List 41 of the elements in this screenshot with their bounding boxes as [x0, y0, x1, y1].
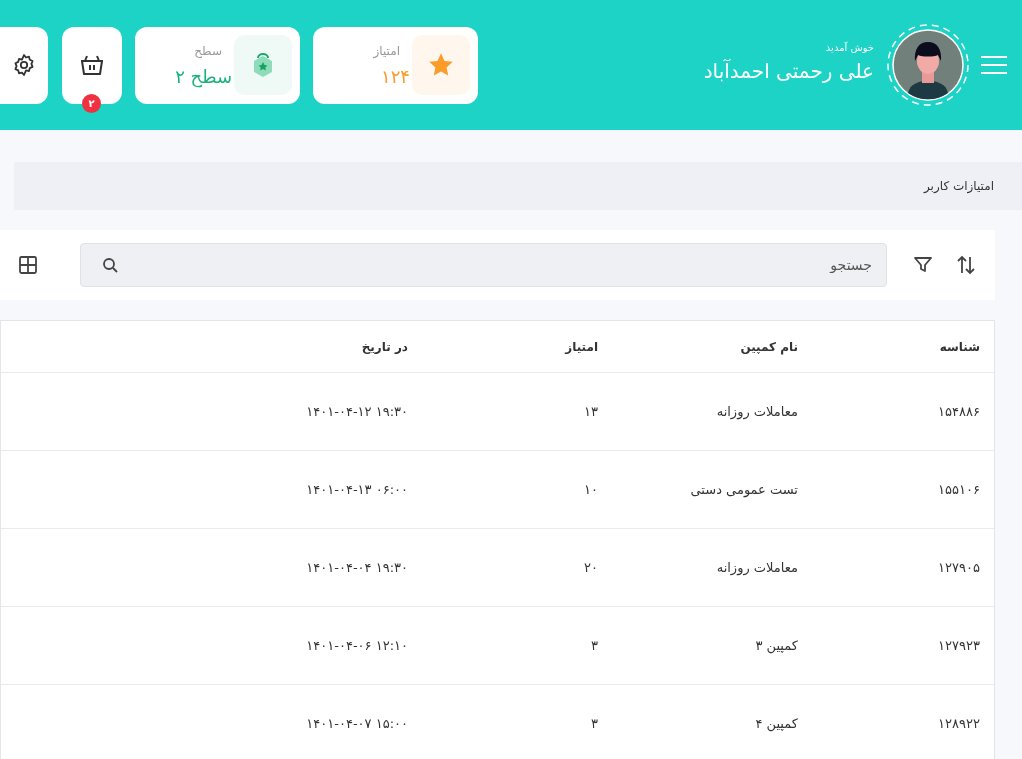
welcome-text: خوش آمدید [825, 41, 874, 53]
page-title: امتیازات کاربر [923, 179, 994, 193]
stat-label: سطح [193, 43, 222, 58]
table-cell-text: ۱۰ [583, 482, 598, 497]
table-cell-text: ۱۲۸۹۲۲ [937, 716, 980, 731]
column-header[interactable]: امتیاز [408, 339, 598, 354]
table-cell-text: ۳ [590, 716, 598, 731]
table-cell-text: معاملات روزانه [715, 404, 798, 419]
table-cell: ۱۴۰۱-۰۴-۰۴ ۱۹:۳۰ [306, 560, 408, 575]
grid-icon [18, 255, 38, 275]
avatar[interactable] [886, 23, 970, 107]
table-cell-text: ۱۲۷۹۰۵ [937, 560, 980, 575]
search-icon [102, 257, 118, 273]
column-header[interactable]: در تاریخ [361, 339, 408, 354]
table-cell-text: کمپین ۳ [754, 638, 798, 653]
table-cell-text: کمپین ۴ [754, 716, 798, 731]
table-cell: ۱۴۰۱-۰۴-۰۷ ۱۵:۰۰ [306, 716, 408, 731]
stat-value: ۱۲۴ [380, 65, 410, 87]
table-cell-text: ۱۵۵۱۰۶ [937, 482, 980, 497]
sort-icon [955, 254, 977, 276]
settings-icon [12, 53, 36, 77]
table-cell-text: ۱۲۷۹۲۳ [937, 638, 980, 653]
settings-button[interactable] [0, 26, 48, 104]
column-header[interactable]: شناسه [798, 339, 980, 354]
stat-value: سطح ۲ [174, 65, 232, 87]
table-cell: ۱۴۰۱-۰۴-۱۳ ۰۶:۰۰ [306, 482, 408, 497]
stat-label: امتیاز [372, 43, 400, 58]
table-cell-text: ۱۳ [583, 404, 598, 419]
table-cell-text: ۱۵۴۸۸۶ [937, 404, 980, 419]
table-cell-text: ۳ [590, 638, 598, 653]
table-cell-text: ۲۰ [583, 560, 598, 575]
column-header[interactable]: نام کمپین [598, 339, 798, 354]
table-cell: ۱۴۰۱-۰۴-۰۶ ۱۲:۱۰ [306, 638, 408, 653]
search-field[interactable]: جستجو [80, 243, 887, 287]
badge-icon [251, 50, 275, 80]
user-name: علی رحمتی احمدآباد [703, 58, 874, 83]
table-cell: ۱۴۰۱-۰۴-۱۲ ۱۹:۳۰ [306, 404, 408, 419]
filter-icon [913, 256, 933, 274]
table-cell-text: تست عمومی دستی [689, 482, 798, 497]
table-cell-text: معاملات روزانه [715, 560, 798, 575]
basket-icon [79, 53, 105, 77]
